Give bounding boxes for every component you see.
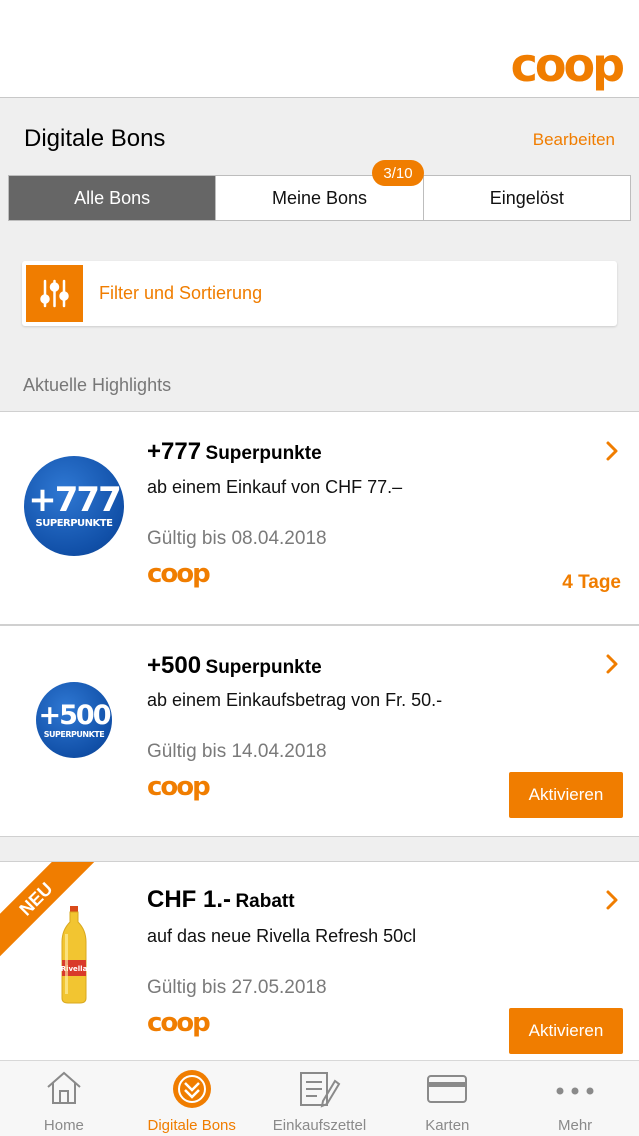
home-icon: [44, 1069, 84, 1110]
bon-subtitle: auf das neue Rivella Refresh 50cl: [147, 926, 417, 946]
tab-label: Home: [43, 1117, 84, 1134]
my-bons-count-badge: 3/10: [372, 160, 424, 186]
bon-card[interactable]: +500 SUPERPUNKTE +500 Superpunkte ab ein…: [0, 625, 639, 837]
rivella-bottle-image: Rivella: [58, 906, 90, 1009]
bon-title: +777 Superpunkte: [147, 438, 322, 465]
bon-title: +500 Superpunkte: [147, 652, 322, 679]
sliders-icon: [26, 265, 83, 322]
superpunkte-badge: +777 SUPERPUNKTE: [24, 456, 124, 556]
section-label: Aktuelle Highlights: [23, 375, 172, 395]
chevron-right-icon[interactable]: [605, 440, 619, 467]
chevron-right-icon[interactable]: [605, 889, 619, 916]
filter-sort-button[interactable]: Filter und Sortierung: [22, 261, 617, 326]
coop-logo: coop: [510, 38, 625, 92]
page-title: Digitale Bons: [24, 125, 166, 152]
activate-button[interactable]: Aktivieren: [509, 772, 623, 818]
segment-redeemed[interactable]: Eingelöst: [424, 176, 630, 220]
svg-text:Rivella: Rivella: [61, 965, 88, 973]
bon-card[interactable]: NEU Rivella CHF 1.- Rabatt auf das neue …: [0, 861, 639, 1060]
bon-validity: Gültig bis 14.04.2018: [147, 741, 327, 762]
superpunkte-badge: +500 SUPERPUNKTE: [36, 682, 112, 758]
more-icon: [555, 1083, 595, 1101]
bon-validity: Gültig bis 08.04.2018: [147, 528, 327, 549]
tab-label: Mehr: [557, 1117, 593, 1134]
page-header: Digitale Bons Bearbeiten: [0, 99, 639, 175]
digital-bons-icon: [172, 1069, 212, 1114]
filter-label: Filter und Sortierung: [99, 283, 263, 303]
tab-karten[interactable]: Karten: [383, 1061, 511, 1136]
tab-home[interactable]: Home: [0, 1061, 128, 1136]
bon-card[interactable]: +777 SUPERPUNKTE +777 Superpunkte ab ein…: [0, 411, 639, 625]
bon-subtitle: ab einem Einkauf von CHF 77.–: [147, 477, 403, 497]
coop-brand-logo: coop: [147, 772, 211, 802]
tab-label: Karten: [425, 1117, 470, 1134]
bons-segmented-control: Alle Bons Meine Bons Eingelöst: [8, 175, 631, 221]
bottom-tab-bar: Home Digitale Bons Einkaufszettel Karten…: [0, 1060, 639, 1136]
bon-validity: Gültig bis 27.05.2018: [147, 977, 327, 998]
shopping-list-icon: [297, 1069, 341, 1114]
bon-subtitle: ab einem Einkaufsbetrag von Fr. 50.-: [147, 690, 443, 710]
top-bar: coop: [0, 0, 639, 98]
tab-label: Digitale Bons: [147, 1117, 236, 1134]
tab-einkaufszettel[interactable]: Einkaufszettel: [256, 1061, 384, 1136]
bon-title: CHF 1.- Rabatt: [147, 886, 295, 913]
chevron-right-icon[interactable]: [605, 653, 619, 680]
coop-brand-logo: coop: [147, 1008, 211, 1038]
tab-digitale-bons[interactable]: Digitale Bons: [128, 1061, 256, 1136]
segment-all-bons[interactable]: Alle Bons: [9, 176, 217, 220]
days-remaining: 4 Tage: [562, 572, 621, 593]
activate-button[interactable]: Aktivieren: [509, 1008, 623, 1054]
coop-brand-logo: coop: [147, 559, 211, 589]
tab-mehr[interactable]: Mehr: [511, 1061, 639, 1136]
tab-label: Einkaufszettel: [272, 1117, 367, 1134]
card-icon: [427, 1075, 468, 1108]
edit-button[interactable]: Bearbeiten: [533, 130, 615, 150]
